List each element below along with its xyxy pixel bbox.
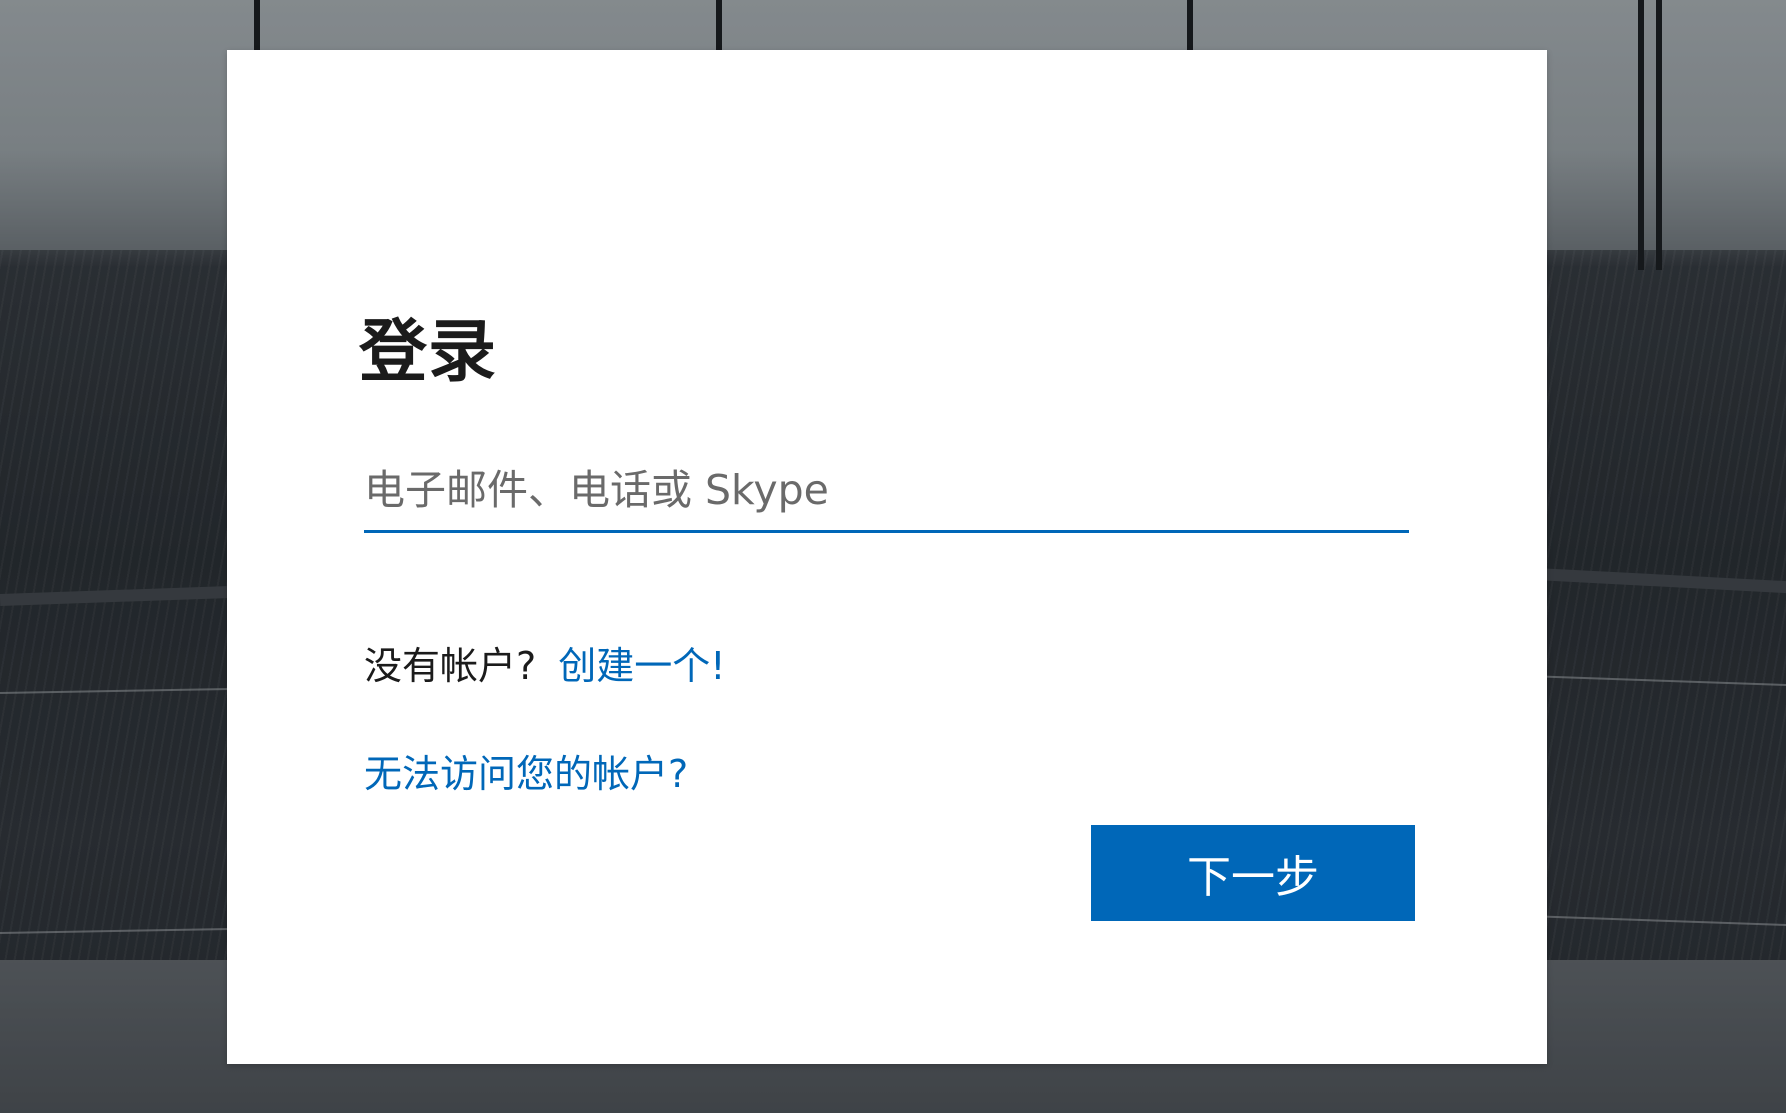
cant-access-account-link[interactable]: 无法访问您的帐户? (364, 752, 688, 796)
page-title: 登录 (359, 313, 498, 392)
create-account-link[interactable]: 创建一个! (558, 644, 725, 688)
identifier-input[interactable] (364, 450, 1409, 530)
identifier-field-wrapper (364, 450, 1409, 533)
cant-access-row: 无法访问您的帐户? (364, 743, 688, 798)
create-account-row: 没有帐户? 创建一个! (364, 635, 726, 690)
next-button[interactable]: 下一步 (1091, 825, 1415, 921)
signin-card: 登录 没有帐户? 创建一个! 无法访问您的帐户? 下一步 (227, 50, 1547, 1064)
no-account-text: 没有帐户? (364, 644, 537, 688)
